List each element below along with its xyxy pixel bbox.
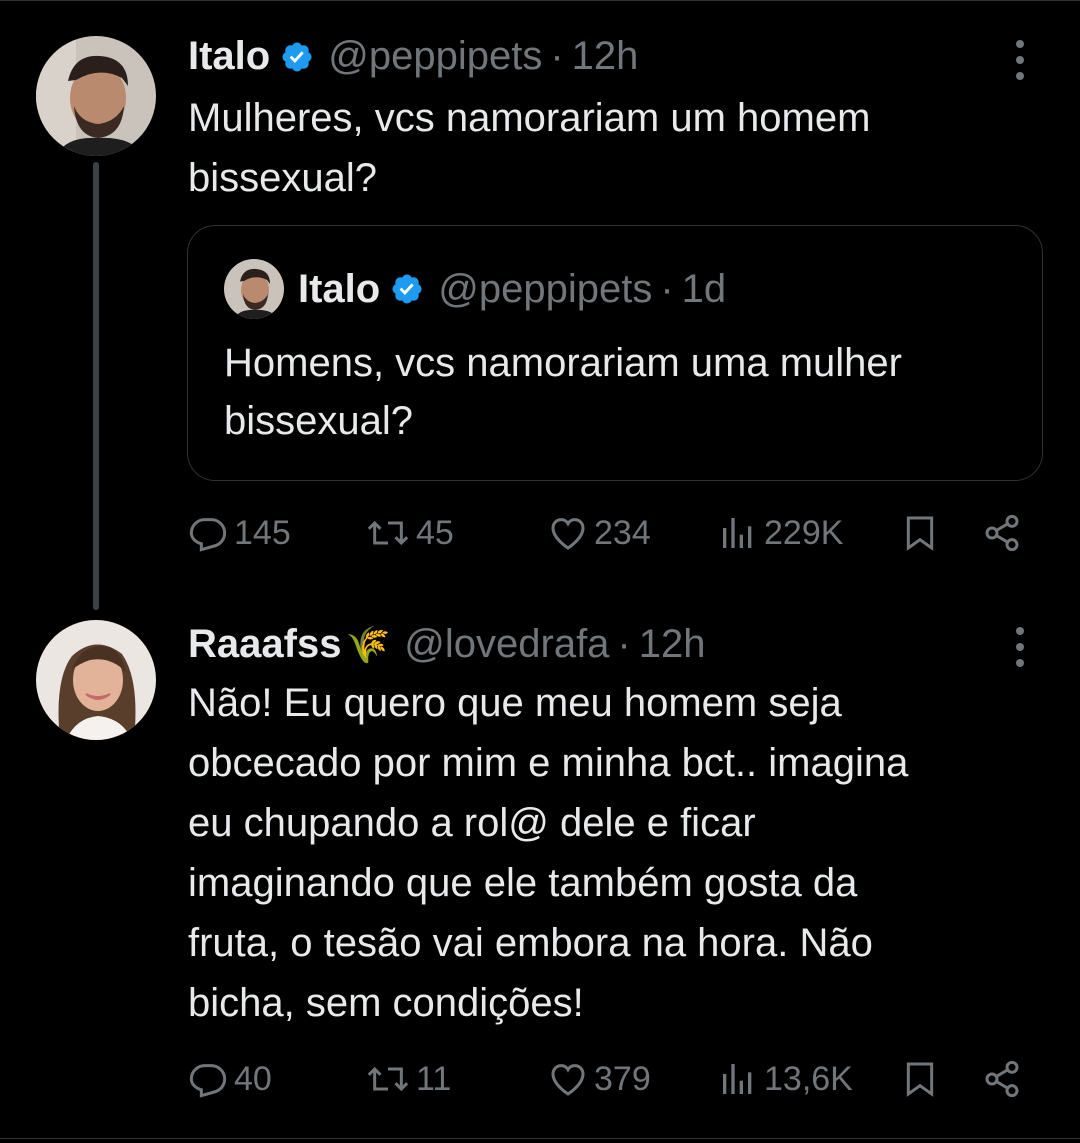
quoted-tweet-header: Italo @peppipets · 1d [224,259,726,319]
share-button[interactable] [982,513,1022,553]
reply-count: 40 [234,1059,272,1098]
tweet-header: Raaafss 🌾 @lovedrafa · 12h [188,622,706,667]
like-icon [551,1064,585,1096]
tweet-text-line: Não! Eu quero que meu homem seja [188,681,842,725]
tweet-actions: 40 11 379 13,6K [188,1059,1040,1109]
reply-button[interactable]: 40 [188,1059,272,1099]
quoted-author-name: Italo [298,266,381,311]
bookmark-button[interactable] [900,513,940,553]
reply-icon [189,1064,227,1098]
repost-icon [367,1066,409,1092]
tweet-text-line: obcecado por mim e minha bct.. imagina [188,741,909,785]
like-count: 234 [594,513,651,552]
views-button[interactable]: 229K [718,513,843,553]
like-icon [551,518,585,550]
reply-count: 145 [234,513,291,552]
tweet-actions: 145 45 234 229K [188,513,1040,563]
bookmark-icon [906,1062,934,1097]
separator-dot: · [550,34,564,78]
share-icon [985,1060,1019,1098]
like-button[interactable]: 379 [548,1059,651,1099]
quoted-tweet-text: Homens, vcs namorariam uma mulher bissex… [224,334,1024,450]
tweet-text: Mulheres, vcs namorariam um homem bissex… [188,88,870,208]
repost-button[interactable]: 11 [366,1059,451,1099]
tweet-text-line: fruta, o tesão vai embora na hora. Não [188,921,873,965]
bottom-divider [0,1138,1080,1139]
more-icon[interactable] [1008,40,1032,80]
tweet-text-line: Mulheres, vcs namorariam um homem [188,96,871,140]
share-button[interactable] [982,1059,1022,1099]
like-button[interactable]: 234 [548,513,651,553]
author-name[interactable]: Italo [188,34,270,79]
reply-icon [189,518,227,552]
bookmark-icon [906,516,934,551]
separator-dot: · [660,266,674,311]
quoted-tweet[interactable]: Italo @peppipets · 1d Homens, vcs namora… [187,225,1043,481]
verified-icon [282,41,312,72]
repost-icon [367,520,409,546]
tweet-text-line: bicha, sem condições! [188,981,584,1025]
views-icon [723,1064,752,1094]
views-icon [723,518,752,548]
bookmark-button[interactable] [900,1059,940,1099]
repost-count: 45 [416,513,454,552]
view-count: 229K [764,513,844,552]
quoted-author-handle: @peppipets [438,266,653,311]
quoted-text-line: Homens, vcs namorariam uma mulher [224,341,902,385]
tweet-time[interactable]: 12h [572,34,639,79]
separator-dot: · [617,622,631,666]
avatar-italo[interactable] [36,36,156,156]
quoted-avatar-italo [224,259,284,319]
like-count: 379 [594,1059,651,1098]
views-button[interactable]: 13,6K [718,1059,853,1099]
thread-connector-line [93,162,99,610]
tweet-header: Italo @peppipets · 12h [188,34,638,79]
quoted-text-line: bissexual? [224,399,414,443]
wheat-emoji: 🌾 [345,623,391,665]
author-name[interactable]: Raaafss [188,622,341,667]
more-icon[interactable] [1008,627,1032,667]
repost-count: 11 [416,1059,452,1098]
reply-button[interactable]: 145 [188,513,291,553]
quoted-tweet-time: 1d [681,266,727,311]
top-divider [0,0,1080,1]
tweet-text-line: bissexual? [188,156,378,200]
tweet-text-line: imaginando que ele também gosta da [188,861,858,905]
tweet-text-line: eu chupando a rol@ dele e ficar [188,801,756,845]
author-handle[interactable]: @lovedrafa [404,622,609,667]
share-icon [985,514,1019,552]
author-handle[interactable]: @peppipets [328,34,542,79]
verified-icon [392,274,422,304]
repost-button[interactable]: 45 [366,513,454,553]
tweet-time[interactable]: 12h [639,622,706,667]
tweet-text: Não! Eu quero que meu homem seja obcecad… [188,673,908,1033]
avatar-raaafss[interactable] [36,620,156,740]
view-count: 13,6K [764,1059,853,1098]
